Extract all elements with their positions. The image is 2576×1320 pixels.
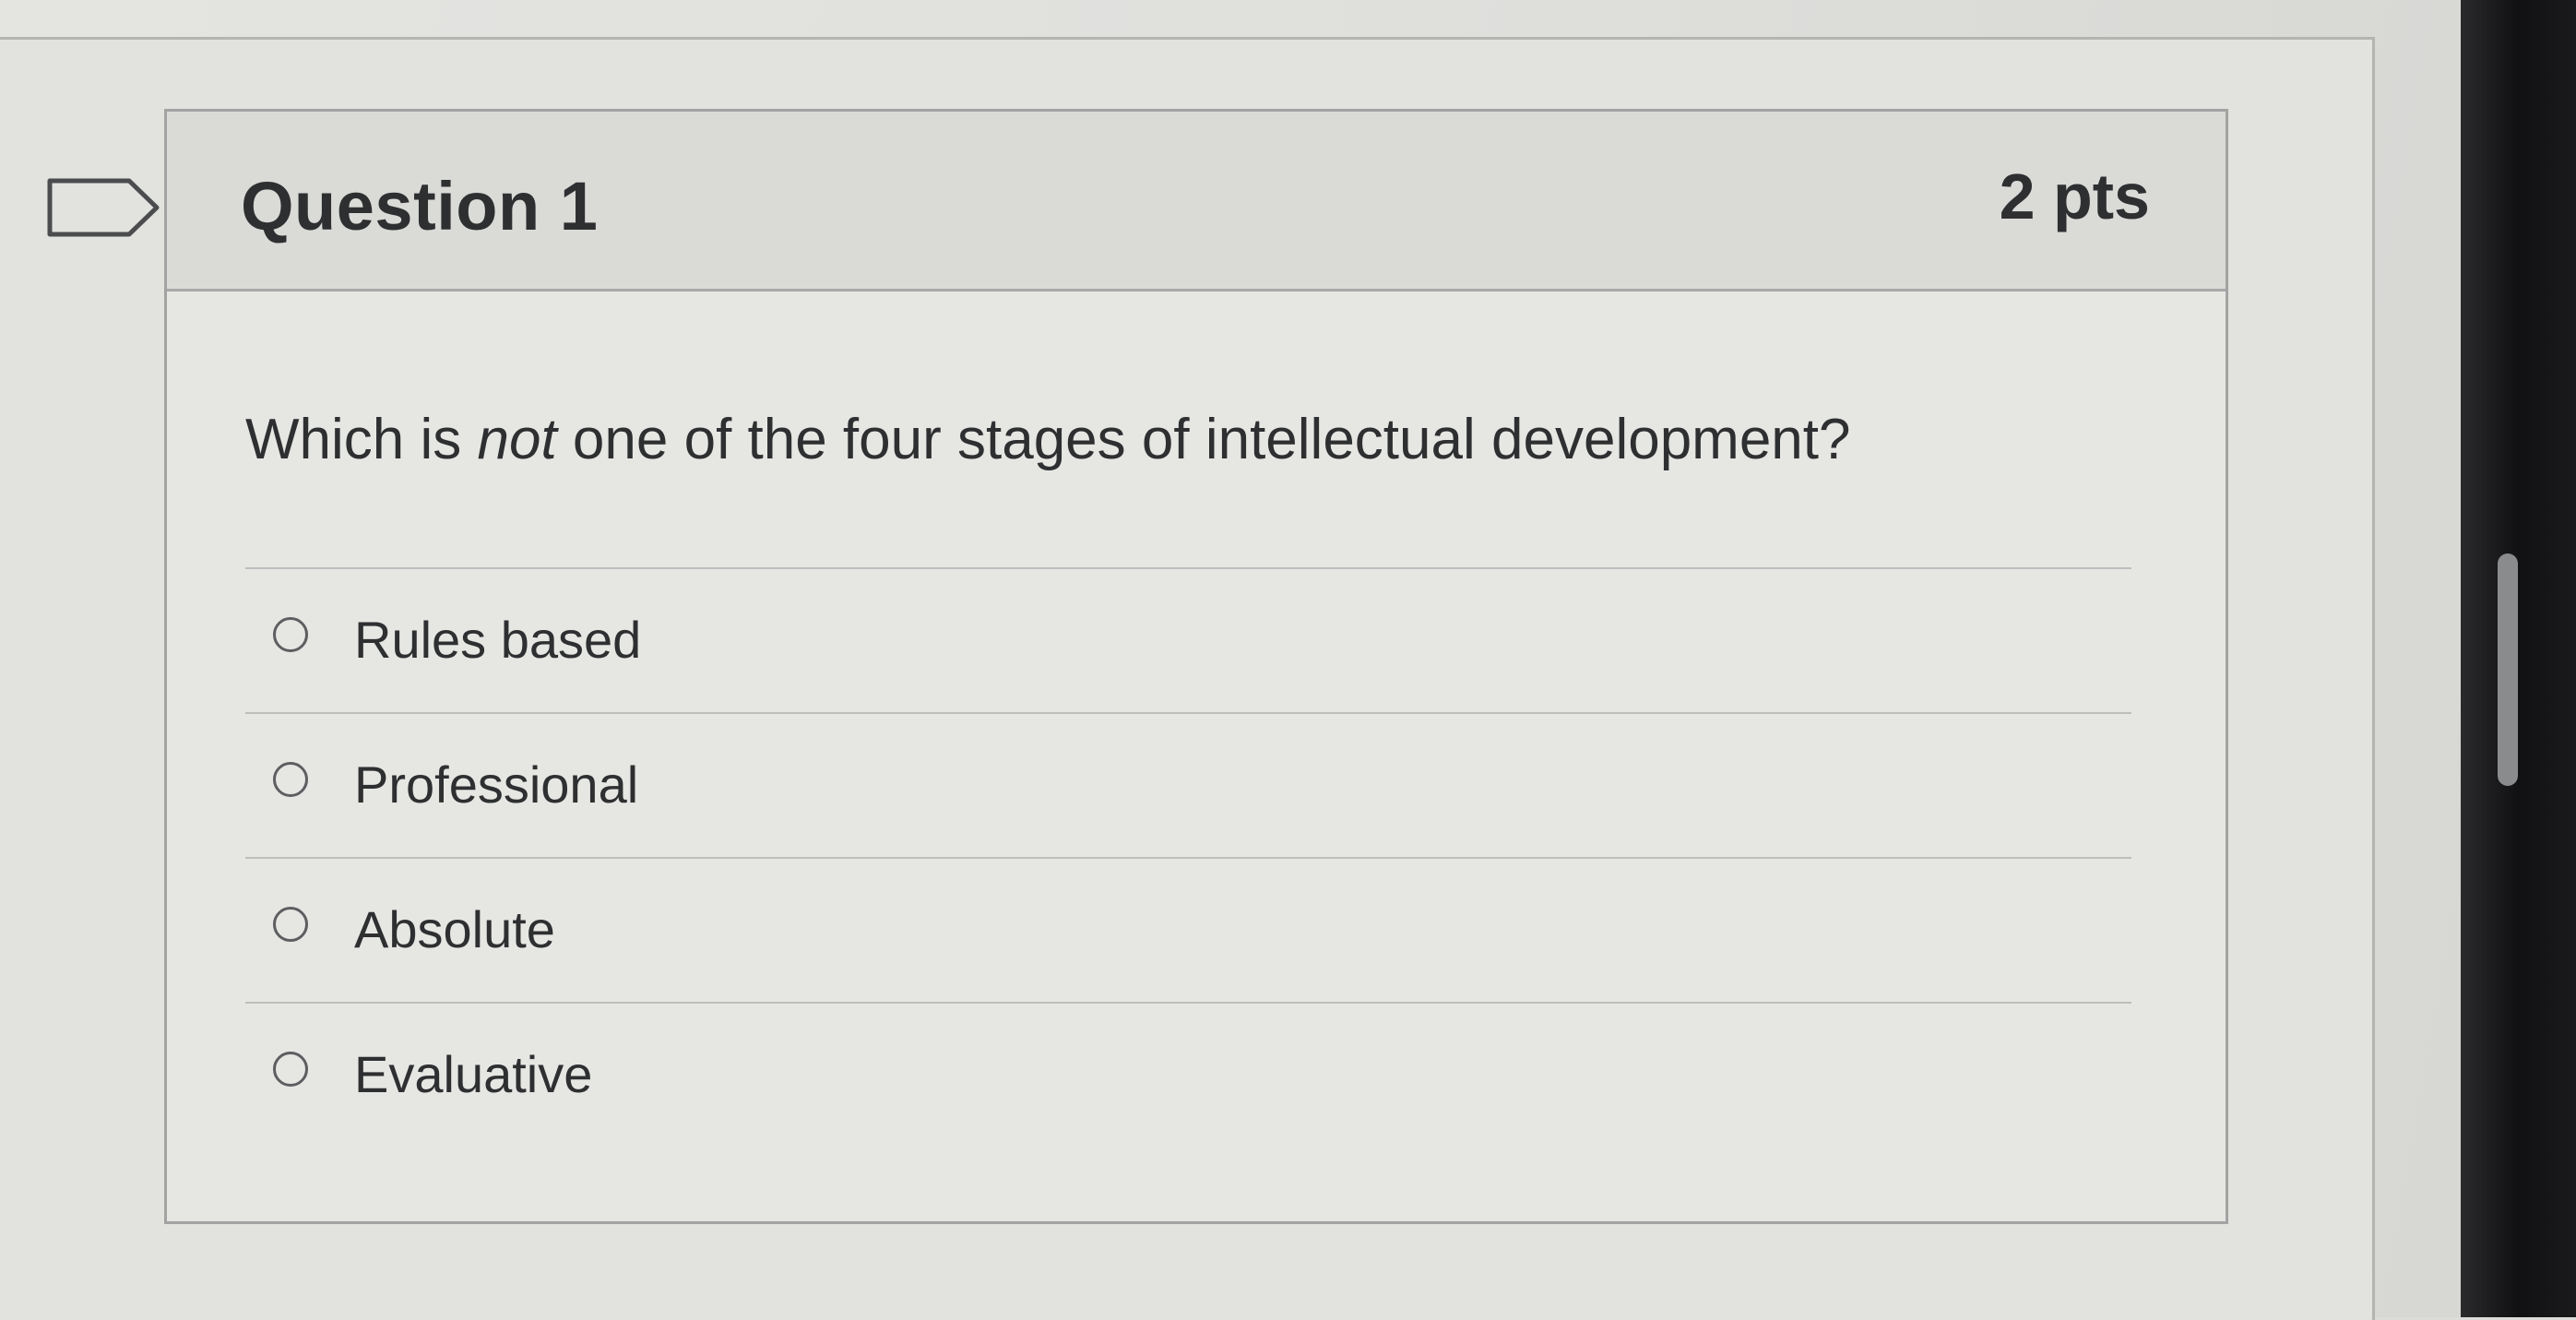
screen-bezel [2461,0,2576,1317]
scrollbar-thumb[interactable] [2498,553,2518,786]
radio-unchecked-icon[interactable] [273,762,308,797]
answer-option-evaluative[interactable]: Evaluative [245,1004,2131,1147]
flag-question-icon[interactable] [44,175,164,240]
answer-label[interactable]: Rules based [354,610,641,670]
answer-option-absolute[interactable]: Absolute [245,859,2131,1002]
question-text: Which is not one of the four stages of i… [245,407,1851,472]
question-card: Question 1 2 pts Which is not one of the… [164,109,2228,1224]
answer-list: Rules based Professional Absolute Evalua… [245,567,2131,1147]
question-text-after: one of the four stages of intellectual d… [556,408,1851,471]
answer-label[interactable]: Evaluative [354,1044,592,1104]
answer-label[interactable]: Absolute [354,899,555,959]
question-text-emphasis: not [477,408,557,471]
radio-unchecked-icon[interactable] [273,1052,308,1087]
radio-unchecked-icon[interactable] [273,907,308,942]
answer-option-rules-based[interactable]: Rules based [245,569,2131,712]
question-text-before: Which is [245,408,478,471]
radio-unchecked-icon[interactable] [273,617,308,652]
answer-label[interactable]: Professional [354,755,638,815]
question-title: Question 1 [241,168,599,244]
question-header: Question 1 2 pts [167,112,2226,291]
question-points: 2 pts [1999,161,2150,232]
answer-option-professional[interactable]: Professional [245,714,2131,857]
